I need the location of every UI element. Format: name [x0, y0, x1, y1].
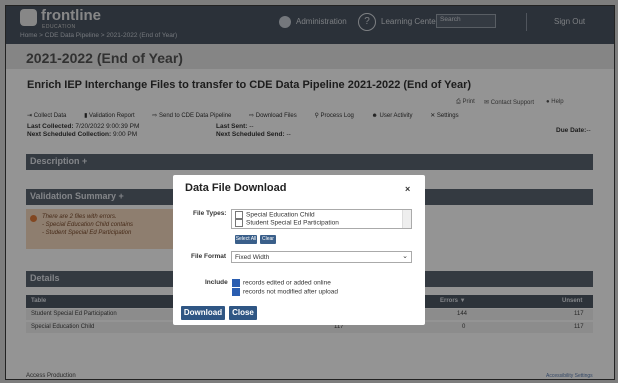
include-label: Include	[205, 279, 228, 286]
close-icon[interactable]: ×	[405, 184, 410, 194]
chevron-down-icon: ⌄	[402, 253, 408, 260]
select-all-button[interactable]: Select All	[235, 235, 257, 244]
app-window: frontline EDUCATION Home > CDE Data Pipe…	[5, 5, 615, 380]
file-types-list[interactable]: Special Education Child Student Special …	[231, 209, 412, 229]
checkbox[interactable]	[235, 211, 243, 219]
file-types-label: File Types:	[193, 210, 227, 217]
checkbox-checked[interactable]	[232, 288, 240, 296]
file-format-label: File Format	[191, 253, 227, 260]
checkbox-checked[interactable]	[232, 279, 240, 287]
download-button[interactable]: Download	[181, 306, 225, 320]
dialog-title: Data File Download	[185, 182, 287, 194]
data-file-download-dialog: Data File Download × File Types: Special…	[173, 175, 425, 325]
checkbox[interactable]	[235, 219, 243, 227]
file-type-option[interactable]: Special Education Child	[235, 211, 315, 219]
list-scrollbar[interactable]	[402, 210, 411, 228]
include-option[interactable]: records edited or added online	[232, 279, 331, 287]
clear-button[interactable]: Clear	[260, 235, 276, 244]
file-format-select[interactable]: Fixed Width ⌄	[231, 251, 412, 263]
include-option[interactable]: records not modified after upload	[232, 288, 338, 296]
file-type-option[interactable]: Student Special Ed Participation	[235, 219, 339, 227]
close-button[interactable]: Close	[229, 306, 257, 320]
